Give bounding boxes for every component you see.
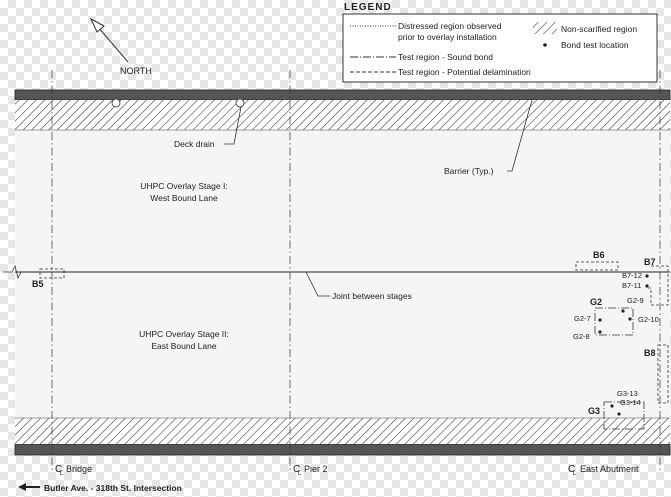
deck-drain-2 <box>235 98 245 108</box>
test-region-g2-label: G2 <box>590 297 602 307</box>
test-point-g2-8-label: G2-8 <box>573 332 590 341</box>
legend-hatch-swatch <box>533 22 557 34</box>
legend: LEGEND Distressed region observed prior … <box>342 2 658 83</box>
north-barrier <box>14 89 671 101</box>
legend-title: LEGEND <box>344 2 392 13</box>
centerline-pier2-label: C L Pier 2 <box>293 464 328 477</box>
stage1-label-2: West Bound Lane <box>150 193 218 203</box>
legend-non-scarified-label: Non-scarified region <box>561 24 637 34</box>
centerline-labels: C L Bridge C L Pier 2 C L East Abutment <box>55 464 639 477</box>
stage2-label-1: UHPC Overlay Stage II: <box>139 329 229 339</box>
test-point-g2-9-label: G2-9 <box>627 296 644 305</box>
legend-bond-test-label: Bond test location <box>561 40 629 50</box>
footer-direction-label: Butler Ave. - 318th St. Intersection <box>44 483 182 492</box>
test-point-g2-10 <box>628 317 632 321</box>
cl-sub-east-abutment: L <box>573 471 577 477</box>
left-arrow-icon <box>18 483 40 491</box>
test-region-b8-label: B8 <box>644 348 656 358</box>
cl-sub-pier2: L <box>298 471 302 477</box>
legend-bond-test-dot <box>543 43 547 47</box>
south-non-scarified-region <box>15 418 670 444</box>
legend-distressed-label-2: prior to overlay installation <box>398 32 497 42</box>
test-point-g2-7-label: G2-7 <box>574 314 591 323</box>
bridge-deck <box>3 89 671 456</box>
test-point-b7-12-label: B7-12 <box>622 271 642 280</box>
centerline-east-abutment-text: East Abutment <box>580 464 639 474</box>
centerline-bridge-label: C L Bridge <box>55 464 92 477</box>
test-region-g3-label: G3 <box>588 406 600 416</box>
test-point-g3-14 <box>617 412 621 416</box>
stage2-label-2: East Bound Lane <box>151 341 216 351</box>
centerline-bridge-text: Bridge <box>66 464 92 474</box>
north-label: NORTH <box>120 66 152 76</box>
legend-sound-bond-label: Test region - Sound bond <box>398 52 493 62</box>
footer-direction: Butler Ave. - 318th St. Intersection <box>18 483 182 493</box>
north-arrow-shaft <box>97 26 129 63</box>
deck-drain-label: Deck drain <box>174 139 215 149</box>
test-point-g2-8 <box>598 330 602 334</box>
centerline-east-abutment-label: C L East Abutment <box>568 464 639 477</box>
test-region-b7-label: B7 <box>644 257 656 267</box>
test-point-g2-9 <box>621 309 625 313</box>
cl-sub-bridge: L <box>60 471 64 477</box>
test-point-g3-14-label: G3-14 <box>620 398 641 407</box>
test-point-g3-13 <box>610 404 614 408</box>
barrier-label: Barrier (Typ.) <box>444 166 494 176</box>
test-region-b6-label: B6 <box>593 250 605 260</box>
legend-delamination-label: Test region - Potential delamination <box>398 67 531 77</box>
deck-drain-1 <box>111 98 121 108</box>
north-arrow-head-icon <box>89 17 105 33</box>
south-barrier <box>14 443 671 456</box>
test-point-b7-12 <box>645 274 649 278</box>
test-point-b7-11 <box>645 284 649 288</box>
centerline-pier2-text: Pier 2 <box>304 464 328 474</box>
test-point-g3-13-label: G3-13 <box>617 389 638 398</box>
north-arrow: NORTH <box>89 17 152 76</box>
test-point-g2-7 <box>598 318 602 322</box>
joint-label: Joint between stages <box>332 291 412 301</box>
legend-distressed-label-1: Distressed region observed <box>398 21 502 31</box>
test-region-b5-label: B5 <box>32 279 44 289</box>
stage1-label-1: UHPC Overlay Stage I: <box>140 181 227 191</box>
bridge-deck-plan: LEGEND Distressed region observed prior … <box>3 2 671 493</box>
test-point-g2-10-label: G2-10 <box>638 315 659 324</box>
test-point-b7-11-label: B7-11 <box>622 281 641 290</box>
